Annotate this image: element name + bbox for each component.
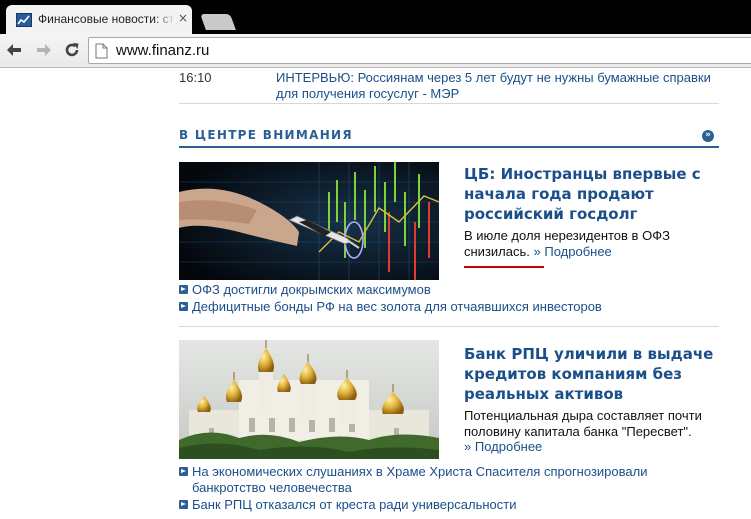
news-time: 16:10 [179, 70, 212, 85]
more-arrow-icon: » [464, 439, 472, 454]
address-bar[interactable]: www.finanz.ru [88, 37, 751, 64]
article-image-cathedral[interactable] [179, 340, 439, 459]
finanz-favicon-icon [16, 13, 32, 27]
section-title: В ЦЕНТРЕ ВНИМАНИЯ [179, 128, 353, 142]
section-more-icon[interactable]: » [702, 130, 714, 142]
arrow-bullet-icon [179, 467, 188, 476]
reload-icon[interactable] [62, 40, 82, 60]
article-description: В июле доля нерезидентов в ОФЗ снизилась… [464, 228, 720, 260]
tab-strip: Финансовые новости: ста × [0, 0, 751, 34]
forward-arrow-icon[interactable] [34, 40, 54, 60]
tab-title-fade [154, 9, 176, 29]
related-link[interactable]: На экономических слушаниях в Храме Христ… [179, 464, 719, 496]
browser-toolbar: www.finanz.ru [0, 34, 751, 68]
section-underline [179, 146, 719, 148]
related-link-text[interactable]: ОФЗ достигли докрымских максимумов [192, 282, 431, 297]
arrow-bullet-icon [179, 285, 188, 294]
related-link-text[interactable]: Дефицитные бонды РФ на вес золота для от… [192, 299, 602, 314]
new-tab-button[interactable] [200, 14, 236, 30]
page-icon [95, 43, 108, 63]
related-links: ОФЗ достигли докрымских максимумов Дефиц… [179, 282, 719, 316]
tab-close-icon[interactable]: × [176, 11, 190, 25]
related-link-text[interactable]: Банк РПЦ отказался от креста ради универ… [192, 497, 516, 512]
article-description-text: Потенциальная дыра составляет почти поло… [464, 408, 702, 439]
highlight-underline [464, 266, 544, 268]
arrow-bullet-icon [179, 302, 188, 311]
browser-tab-active[interactable]: Финансовые новости: ста × [6, 5, 192, 34]
related-link[interactable]: Дефицитные бонды РФ на вес золота для от… [179, 299, 719, 315]
divider [179, 326, 719, 327]
url-text[interactable]: www.finanz.ru [116, 42, 209, 60]
back-arrow-icon[interactable] [4, 40, 24, 60]
related-link[interactable]: ОФЗ достигли докрымских максимумов [179, 282, 719, 298]
read-more-link[interactable]: Подробнее [544, 244, 611, 259]
article-image-stock-chart[interactable] [179, 162, 439, 280]
more-arrow-icon: » [533, 244, 541, 259]
news-headline-link[interactable]: ИНТЕРВЬЮ: Россиянам через 5 лет будут не… [276, 70, 716, 102]
related-link[interactable]: Банк РПЦ отказался от креста ради универ… [179, 497, 719, 513]
arrow-bullet-icon [179, 500, 188, 509]
read-more-link[interactable]: Подробнее [475, 439, 542, 454]
related-link-text[interactable]: На экономических слушаниях в Храме Христ… [192, 464, 647, 495]
related-links: На экономических слушаниях в Храме Христ… [179, 464, 719, 514]
read-more: » Подробнее [464, 439, 542, 454]
page-content: 16:10 ИНТЕРВЬЮ: Россиянам через 5 лет бу… [0, 68, 751, 519]
article-title-link[interactable]: Банк РПЦ уличили в выдаче кредитов компа… [464, 344, 716, 404]
article-title-link[interactable]: ЦБ: Иностранцы впервые с начала года про… [464, 164, 716, 224]
divider [179, 103, 719, 104]
